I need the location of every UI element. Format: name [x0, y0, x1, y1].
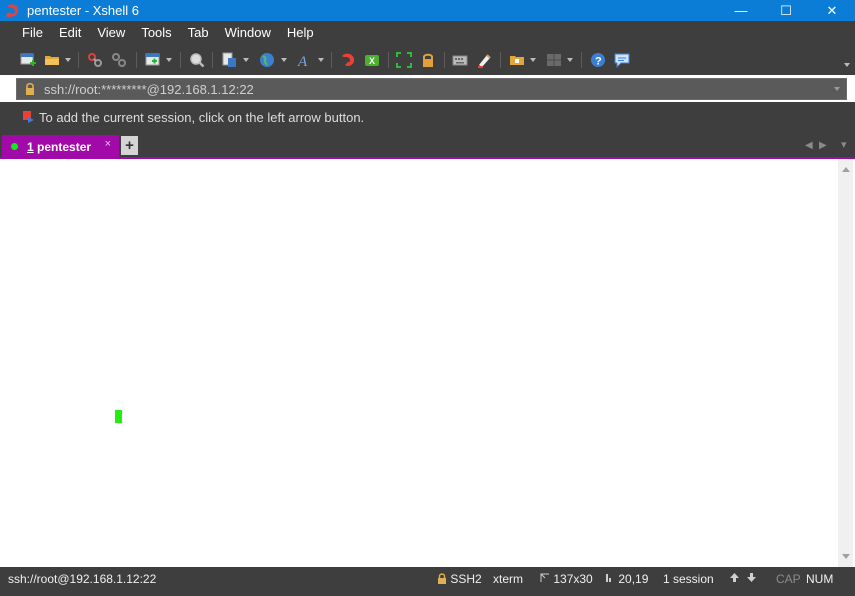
toolbar-separator — [500, 52, 501, 68]
toolbar-separator — [136, 52, 137, 68]
status-size: 137x30 — [540, 572, 593, 586]
xftp-icon[interactable] — [339, 51, 357, 69]
terminal-area[interactable] — [2, 159, 838, 567]
menu-window[interactable]: Window — [217, 22, 279, 44]
tab-bar: 1 pentester × + ◀ ▶ ▾ — [0, 132, 855, 158]
toolbar-separator — [444, 52, 445, 68]
status-cursor-pos-text: 20,19 — [618, 572, 649, 586]
title-bar: pentester - Xshell 6 — ☐ ✕ — [0, 0, 855, 21]
scroll-down-arrow[interactable] — [842, 554, 850, 559]
xmanager-icon[interactable]: X — [363, 51, 381, 69]
tab-list-button[interactable]: ▾ — [841, 138, 847, 151]
menu-edit[interactable]: Edit — [51, 22, 89, 44]
lock-icon[interactable] — [419, 51, 437, 69]
globe-icon[interactable] — [258, 51, 276, 69]
cursor-pos-icon — [606, 574, 611, 582]
status-caps: CAP — [776, 572, 801, 586]
status-down-arrow-icon[interactable] — [746, 572, 757, 586]
toolbar: A X ? — [0, 45, 855, 75]
status-bar: ssh://root@192.168.1.12:22 SSH2 xterm 13… — [0, 567, 855, 591]
menu-bar: File Edit View Tools Tab Window Help — [0, 21, 855, 45]
menu-tab[interactable]: Tab — [180, 22, 217, 44]
add-session-arrow-icon[interactable] — [22, 110, 35, 124]
new-tab-dropdown-arrow[interactable] — [166, 58, 172, 62]
svg-text:A: A — [297, 54, 308, 68]
script-icon[interactable] — [508, 51, 526, 69]
terminal-cursor — [115, 410, 122, 423]
window-title: pentester - Xshell 6 — [27, 3, 140, 18]
status-terminal-type: xterm — [493, 572, 523, 586]
tab-prev-button[interactable]: ◀ — [805, 140, 813, 151]
status-num: NUM — [806, 572, 834, 586]
address-bar[interactable]: ssh://root:*********@192.168.1.12:22 — [16, 78, 847, 100]
keyboard-icon[interactable] — [451, 51, 469, 69]
tab-name: pentester — [37, 139, 92, 154]
new-tab-icon[interactable] — [144, 51, 162, 69]
transfer-dropdown-arrow[interactable] — [243, 58, 249, 62]
status-size-text: 137x30 — [553, 572, 593, 586]
toolbar-separator — [388, 52, 389, 68]
tab-pentester[interactable]: 1 pentester × — [2, 135, 119, 158]
scroll-up-arrow[interactable] — [842, 167, 850, 172]
session-tip-text: To add the current session, click on the… — [39, 109, 365, 125]
script-dropdown-arrow[interactable] — [530, 58, 536, 62]
toolbar-overflow-arrow[interactable] — [844, 63, 850, 67]
status-protocol-text: SSH2 — [450, 572, 482, 586]
fullscreen-icon[interactable] — [395, 51, 413, 69]
terminal-scrollbar[interactable] — [838, 159, 853, 567]
transfer-icon[interactable] — [220, 51, 238, 69]
globe-dropdown-arrow[interactable] — [281, 58, 287, 62]
tab-next-button[interactable]: ▶ — [819, 140, 827, 151]
open-dropdown-arrow[interactable] — [65, 58, 71, 62]
status-protocol: SSH2 — [437, 572, 482, 586]
status-connection: ssh://root@192.168.1.12:22 — [8, 572, 157, 586]
help-icon[interactable]: ? — [589, 51, 607, 69]
font-icon[interactable]: A — [296, 51, 314, 69]
svg-text:?: ? — [595, 56, 602, 68]
xshell-app-icon[interactable] — [5, 3, 21, 19]
menu-tools[interactable]: Tools — [133, 22, 179, 44]
chat-icon[interactable] — [613, 51, 631, 69]
font-dropdown-arrow[interactable] — [318, 58, 324, 62]
layout-dropdown-arrow[interactable] — [567, 58, 573, 62]
toolbar-separator — [212, 52, 213, 68]
close-window-button[interactable]: ✕ — [809, 0, 855, 21]
minimize-button[interactable]: — — [718, 0, 764, 21]
session-status-dot — [11, 143, 18, 150]
address-dropdown-arrow[interactable] — [834, 87, 840, 91]
menu-view[interactable]: View — [89, 22, 133, 44]
toolbar-separator — [180, 52, 181, 68]
tab-close-button[interactable]: × — [105, 138, 111, 150]
find-icon[interactable] — [188, 51, 206, 69]
open-folder-icon[interactable] — [43, 51, 61, 69]
new-session-icon[interactable] — [19, 51, 37, 69]
svg-text:X: X — [369, 56, 375, 66]
status-cursor-pos: 20,19 — [605, 572, 648, 586]
toolbar-separator — [331, 52, 332, 68]
status-sessions: 1 session — [663, 572, 714, 586]
connect-icon[interactable] — [86, 51, 104, 69]
toolbar-separator — [78, 52, 79, 68]
disconnect-icon[interactable] — [110, 51, 128, 69]
address-lock-icon — [26, 82, 34, 95]
highlight-icon[interactable] — [475, 51, 493, 69]
maximize-button[interactable]: ☐ — [763, 0, 809, 21]
toolbar-separator — [581, 52, 582, 68]
status-lock-icon — [438, 573, 446, 584]
size-icon — [540, 573, 549, 582]
window-bottom-edge — [0, 591, 855, 596]
add-tab-button[interactable]: + — [121, 136, 138, 155]
tab-label: 1 pentester — [27, 140, 91, 154]
layout-icon[interactable] — [545, 51, 563, 69]
session-tip-bar: To add the current session, click on the… — [0, 102, 855, 132]
menu-help[interactable]: Help — [279, 22, 322, 44]
tab-number: 1 — [27, 139, 34, 154]
status-up-arrow-icon[interactable] — [729, 572, 740, 586]
address-input[interactable]: ssh://root:*********@192.168.1.12:22 — [44, 82, 254, 97]
menu-file[interactable]: File — [14, 22, 51, 44]
